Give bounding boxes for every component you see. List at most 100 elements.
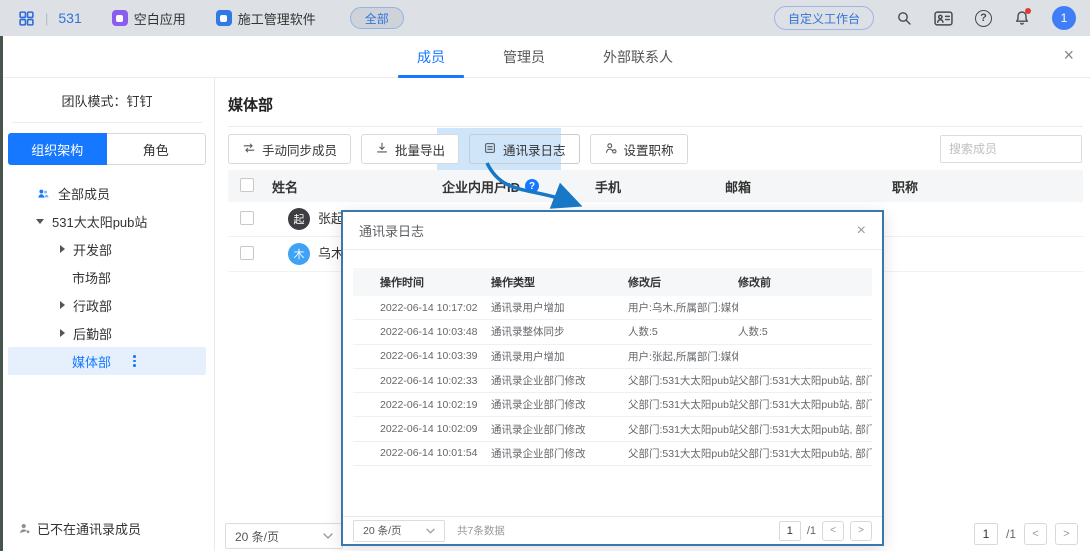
log-row: 2022-06-14 10:03:39通讯录用户增加用户:张起,所属部门:媒体部… [353, 345, 872, 369]
close-icon[interactable]: × [1063, 46, 1074, 64]
tree-item-label: 后勤部 [73, 324, 112, 343]
member-table-header: 姓名 企业内用户ID ? 手机 邮箱 职称 [228, 170, 1083, 202]
more-icon[interactable] [133, 355, 136, 367]
log-type: 通讯录企业部门修改 [491, 373, 628, 388]
sidebar-tree-item-2[interactable]: 开发部 [8, 235, 206, 263]
avatar[interactable]: 1 [1052, 6, 1076, 30]
log-time: 2022-06-14 10:03:48 [353, 326, 491, 338]
row-checkbox[interactable] [240, 246, 254, 260]
caret-right-icon[interactable] [60, 245, 65, 253]
sidebar-tree-item-1[interactable]: 531大太阳pub站 [8, 207, 206, 235]
column-header-time: 操作时间 [353, 274, 491, 290]
select-all-checkbox[interactable] [240, 178, 254, 192]
set-job-title-button[interactable]: 设置职称 [590, 134, 688, 164]
app-chip-blank-app[interactable]: 空白应用 [112, 9, 186, 28]
dialog-footer: 20 条/页 共7条数据 1 /1 < > [343, 516, 882, 544]
member-search [940, 135, 1082, 163]
log-row: 2022-06-14 10:01:54通讯录企业部门修改父部门:531大太阳pu… [353, 442, 872, 466]
sync-icon [242, 141, 256, 158]
notification-dot [1025, 8, 1031, 14]
contact-card-icon[interactable] [934, 11, 953, 26]
log-type: 通讯录整体同步 [491, 324, 628, 339]
blue-app-icon [216, 10, 232, 26]
team-mode-label: 团队模式：钉钉 [0, 78, 214, 110]
tree-item-label: 全部成员 [58, 184, 110, 203]
prev-page-button[interactable]: < [822, 521, 844, 541]
sidebar-item-removed-members[interactable]: 已不在通讯录成员 [18, 519, 141, 538]
log-time: 2022-06-14 10:03:39 [353, 350, 491, 362]
sidebar-tree-item-3[interactable]: 市场部 [8, 263, 206, 291]
log-time: 2022-06-14 10:17:02 [353, 302, 491, 314]
total-count-label: 共7条数据 [457, 523, 505, 538]
help-icon[interactable]: ? [975, 10, 992, 27]
column-header-email: 邮箱 [725, 177, 892, 196]
button-label: 通讯录日志 [503, 140, 566, 159]
log-type: 通讯录企业部门修改 [491, 446, 628, 461]
question-icon[interactable]: ? [525, 179, 539, 193]
dialog-header: 通讯录日志 × [343, 212, 882, 250]
sidebar-footer-label: 已不在通讯录成员 [37, 519, 141, 538]
total-pages-label: /1 [1006, 527, 1016, 541]
page-size-select[interactable]: 20 条/页 [225, 523, 343, 549]
prev-page-button[interactable]: < [1024, 523, 1047, 545]
close-icon[interactable]: × [857, 223, 866, 239]
member-toolbar: 手动同步成员批量导出 通讯录日志 设置职称 [228, 134, 688, 164]
customize-workbench-button[interactable]: 自定义工作台 [774, 6, 874, 30]
avatar: 起 [288, 208, 310, 230]
person-icon [604, 141, 618, 158]
log-time: 2022-06-14 10:01:54 [353, 447, 491, 459]
log-icon [483, 141, 497, 158]
bell-icon[interactable] [1014, 10, 1030, 26]
role-button[interactable]: 角色 [107, 133, 207, 165]
app-chip-construction-app[interactable]: 施工管理软件 [216, 9, 316, 28]
log-time: 2022-06-14 10:02:33 [353, 375, 491, 387]
column-header-before: 修改前 [738, 274, 872, 290]
search-icon[interactable] [896, 10, 912, 26]
next-page-button[interactable]: > [1055, 523, 1078, 545]
workspace-name[interactable]: 531 [58, 10, 81, 26]
column-header-phone: 手机 [595, 177, 725, 196]
search-input[interactable] [949, 142, 1090, 156]
contacts-log-button[interactable]: 通讯录日志 [469, 134, 580, 164]
log-before: 父部门:531大太阳pub站, 部门:... [738, 397, 872, 412]
log-after: 父部门:531大太阳pub站, 部门:... [628, 422, 738, 437]
sidebar-tree-item-5[interactable]: 后勤部 [8, 319, 206, 347]
log-after: 用户:乌木,所属部门:媒体部 [628, 300, 738, 315]
sidebar-tree-item-6[interactable]: 媒体部 [8, 347, 206, 375]
page-title: 媒体部 [228, 94, 273, 115]
page-size-select[interactable]: 20 条/页 [353, 520, 445, 542]
tree-item-label: 开发部 [73, 240, 112, 259]
page-size-value: 20 条/页 [363, 523, 402, 538]
batch-export-button[interactable]: 批量导出 [361, 134, 459, 164]
sidebar-tree-item-0[interactable]: 全部成员 [8, 179, 206, 207]
chevron-down-icon [426, 528, 435, 534]
column-header-userid: 企业内用户ID [442, 177, 520, 196]
current-page-box[interactable]: 1 [779, 521, 801, 541]
sidebar-tree-item-4[interactable]: 行政部 [8, 291, 206, 319]
caret-down-icon[interactable] [36, 219, 44, 224]
tab-label: 外部联系人 [603, 47, 673, 67]
log-type: 通讯录企业部门修改 [491, 397, 628, 412]
next-page-button[interactable]: > [850, 521, 872, 541]
total-pages-label: /1 [807, 525, 816, 537]
tab-members[interactable]: 成员 [417, 36, 445, 78]
all-apps-pill[interactable]: 全部 [350, 7, 404, 29]
current-page-box[interactable]: 1 [974, 523, 998, 545]
tab-external-contacts[interactable]: 外部联系人 [603, 36, 673, 78]
page-size-value: 20 条/页 [235, 528, 279, 545]
row-checkbox[interactable] [240, 211, 254, 225]
caret-right-icon[interactable] [60, 329, 65, 337]
manual-sync-button[interactable]: 手动同步成员 [228, 134, 351, 164]
app-grid-icon[interactable] [18, 10, 35, 27]
chevron-down-icon [323, 533, 333, 539]
org-structure-button[interactable]: 组织架构 [8, 133, 107, 165]
log-row: 2022-06-14 10:02:09通讯录企业部门修改父部门:531大太阳pu… [353, 417, 872, 441]
log-type: 通讯录用户增加 [491, 300, 628, 315]
log-after: 父部门:531大太阳pub站, 部门:... [628, 373, 738, 388]
tab-admins[interactable]: 管理员 [503, 36, 545, 78]
log-after: 父部门:531大太阳pub站, 部门:... [628, 446, 738, 461]
org-sidebar: 团队模式：钉钉 组织架构 角色 全部成员 531大太阳pub站开发部市场部行政部后… [0, 78, 215, 551]
caret-right-icon[interactable] [60, 301, 65, 309]
avatar: 木 [288, 243, 310, 265]
log-row: 2022-06-14 10:17:02通讯录用户增加用户:乌木,所属部门:媒体部 [353, 296, 872, 320]
